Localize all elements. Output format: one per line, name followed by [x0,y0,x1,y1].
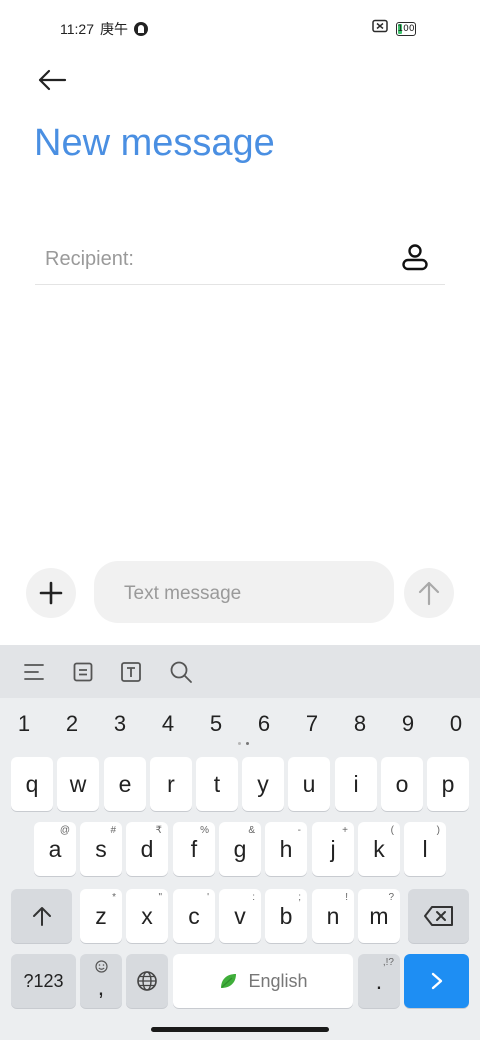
key-x[interactable]: " x [126,889,168,943]
key-l[interactable]: ) l [404,822,446,876]
battery-icon: 100 [396,21,416,36]
key-0[interactable]: 0 [436,707,476,741]
status-time-group: 11:27 庚午 [60,19,148,39]
page-title: New message [34,122,275,164]
key-8[interactable]: 8 [340,707,380,741]
sim-off-icon [372,19,388,38]
arrow-up-icon [418,581,440,606]
key-5[interactable]: 5 [196,707,236,741]
smiley-icon [95,960,108,976]
status-chinese-time: 庚午 [100,22,128,38]
enter-key[interactable] [404,954,469,1008]
notification-app-icon [134,22,148,36]
symbols-key[interactable]: ?123 [11,954,76,1008]
space-key[interactable]: English [173,954,353,1008]
key-9[interactable]: 9 [388,707,428,741]
backspace-icon [423,906,453,926]
key-a[interactable]: @ a [34,822,76,876]
compose-bar [0,560,480,624]
shift-arrow-icon [32,907,51,926]
send-button[interactable] [404,568,454,618]
key-r[interactable]: r [150,757,192,811]
key-d[interactable]: ₹ d [126,822,168,876]
back-button[interactable] [32,62,72,98]
status-icons: 100 [372,19,416,38]
key-m[interactable]: ? m [358,889,400,943]
clipboard-icon[interactable] [68,657,98,687]
person-icon [402,244,428,271]
backspace-key[interactable] [408,889,469,943]
key-q[interactable]: q [11,757,53,811]
key-4[interactable]: 4 [148,707,188,741]
menu-lines-icon[interactable] [19,657,49,687]
key-t[interactable]: t [196,757,238,811]
key-e[interactable]: e [104,757,146,811]
key-w[interactable]: w [57,757,99,811]
shift-key[interactable] [11,889,72,943]
key-3[interactable]: 3 [100,707,140,741]
period-key[interactable]: ,!? . [358,954,400,1008]
keyboard-toolbar [0,645,480,698]
arrow-left-icon [38,69,67,91]
leaf-icon [221,974,237,988]
key-j[interactable]: + j [312,822,354,876]
text-t-icon[interactable] [116,657,146,687]
keyboard-page-indicator [238,742,249,745]
key-p[interactable]: p [427,757,469,811]
globe-icon [137,971,157,991]
key-s[interactable]: # s [80,822,122,876]
battery-level: 100 [397,23,415,34]
keyboard: 1 2 3 4 5 6 7 8 9 0 q w e r t y u i o p … [0,645,480,1040]
key-k[interactable]: (k [358,822,400,876]
key-c[interactable]: ' c [173,889,215,943]
key-o[interactable]: o [381,757,423,811]
home-indicator[interactable] [151,1027,329,1032]
search-icon[interactable] [166,657,196,687]
key-7[interactable]: 7 [292,707,332,741]
key-v[interactable]: :v [219,889,261,943]
key-i[interactable]: i [335,757,377,811]
language-key[interactable] [126,954,168,1008]
message-field-container [94,561,394,623]
key-y[interactable]: y [242,757,284,811]
key-2[interactable]: 2 [52,707,92,741]
key-u[interactable]: u [288,757,330,811]
key-z[interactable]: * z [80,889,122,943]
attach-button[interactable] [26,568,76,618]
recipient-row [35,234,445,285]
key-n[interactable]: ! n [312,889,354,943]
key-b[interactable]: ; b [265,889,307,943]
status-bar: 11:27 庚午 100 [0,0,480,56]
key-f[interactable]: % f [173,822,215,876]
emoji-comma-key[interactable]: , [80,954,122,1008]
key-6[interactable]: 6 [244,707,284,741]
recipient-input[interactable] [35,240,387,278]
status-time: 11:27 [60,21,94,37]
key-h[interactable]: -h [265,822,307,876]
message-input[interactable] [122,577,376,611]
key-g[interactable]: & g [219,822,261,876]
plus-icon [39,581,63,605]
chevron-right-icon [431,972,442,990]
contact-picker-button[interactable] [397,239,433,275]
key-1[interactable]: 1 [4,707,44,741]
